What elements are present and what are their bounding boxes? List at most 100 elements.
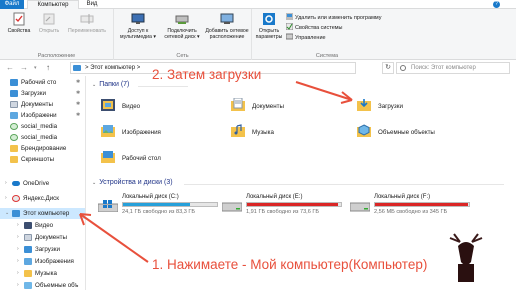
sidebar-item-social-media-2[interactable]: social_media bbox=[0, 132, 85, 143]
help-icon[interactable]: ? bbox=[493, 1, 500, 8]
path-separator: > bbox=[85, 65, 89, 71]
collapse-chevron-icon[interactable]: ⌄ bbox=[92, 82, 96, 88]
sidebar-item-this-pc[interactable]: ⌄ Этот компьютер bbox=[0, 208, 85, 219]
folder-downloads[interactable]: Загрузки bbox=[356, 98, 476, 118]
sidebar-item-pc-documents[interactable]: › Документы bbox=[0, 232, 85, 243]
drive-c[interactable]: Локальный диск (C:) 24,1 ГБ свободно из … bbox=[98, 194, 218, 218]
add-network-location-button[interactable]: Добавить сетевое расположение bbox=[204, 12, 250, 40]
open-button[interactable]: Открыть bbox=[36, 12, 62, 34]
open-label: Открыть bbox=[38, 28, 60, 34]
drive-free-space: 24,1 ГБ свободно из 83,3 ГБ bbox=[122, 209, 196, 215]
drive-usage-fill bbox=[375, 203, 469, 206]
drive-e[interactable]: Локальный диск (E:) 1,91 ГБ свободно из … bbox=[222, 194, 342, 218]
properties-button[interactable]: Свойства bbox=[6, 12, 32, 34]
folder-music[interactable]: Музыка bbox=[230, 124, 350, 144]
sidebar-item-pc-videos[interactable]: › Видео bbox=[0, 220, 85, 231]
expand-chevron-icon[interactable]: › bbox=[17, 280, 19, 290]
sidebar-item-label: Скриншоты bbox=[21, 156, 55, 163]
open-settings-button[interactable]: Открыть параметры bbox=[254, 12, 284, 40]
devices-section-header[interactable]: ⌄ Устройства и диски (3) bbox=[92, 179, 173, 186]
collapse-chevron-icon[interactable]: ⌄ bbox=[5, 208, 9, 219]
sidebar-item-desktop[interactable]: Рабочий сто ✱ bbox=[0, 77, 85, 88]
ribbon-group-network: Доступ к мультимедиа ▾ Подключить сетево… bbox=[114, 9, 252, 60]
map-drive-button[interactable]: Подключить сетевой диск ▾ bbox=[160, 12, 204, 40]
folder-name: Изображения bbox=[122, 129, 161, 136]
expand-chevron-icon[interactable]: › bbox=[17, 220, 19, 231]
tab-view[interactable]: Вид bbox=[82, 0, 102, 9]
folder-3d-objects[interactable]: Объемные объекты bbox=[356, 124, 476, 144]
expand-chevron-icon[interactable]: › bbox=[5, 193, 7, 204]
tab-file[interactable]: Файл bbox=[0, 0, 24, 9]
folder-name: Документы bbox=[252, 103, 284, 110]
rename-button[interactable]: Переименовать bbox=[64, 12, 110, 34]
drive-icon bbox=[350, 202, 370, 212]
sidebar-item-branding[interactable]: Брендирование bbox=[0, 143, 85, 154]
up-button[interactable]: ↑ bbox=[46, 63, 50, 72]
sync-folder-icon bbox=[10, 123, 18, 130]
desktop-icon bbox=[10, 79, 18, 86]
drive-name: Локальный диск (C:) bbox=[122, 194, 179, 200]
drive-usage-bar bbox=[374, 202, 470, 207]
add-location-label-2: расположение bbox=[209, 34, 245, 40]
drive-usage-fill bbox=[123, 203, 190, 206]
sidebar-item-onedrive[interactable]: › OneDrive bbox=[0, 178, 85, 189]
sidebar-item-label: OneDrive bbox=[23, 180, 50, 187]
network-location-icon bbox=[220, 13, 234, 24]
sidebar-item-pc-music[interactable]: › Музыка bbox=[0, 268, 85, 279]
devices-header-label: Устройства и диски (3) bbox=[99, 179, 173, 186]
collapse-chevron-icon[interactable]: ⌄ bbox=[92, 180, 96, 186]
folder-videos[interactable]: Видео bbox=[100, 98, 220, 118]
folder-documents[interactable]: Документы bbox=[230, 98, 350, 118]
folder-desktop[interactable]: Рабочий стол bbox=[100, 150, 220, 170]
map-drive-label-2: сетевой диск ▾ bbox=[164, 34, 200, 40]
manage-button[interactable]: Управление bbox=[286, 33, 326, 41]
pin-icon: ✱ bbox=[76, 101, 81, 107]
sidebar-item-pictures[interactable]: Изображени ✱ bbox=[0, 110, 85, 121]
videos-icon bbox=[24, 222, 32, 229]
ribbon-group-location: Свойства Открыть Переименовать Расположе… bbox=[0, 9, 114, 60]
expand-chevron-icon[interactable]: › bbox=[17, 256, 19, 267]
sidebar-item-yandex-disk[interactable]: › Яндекс.Диск bbox=[0, 193, 85, 204]
media-access-button[interactable]: Доступ к мультимедиа ▾ bbox=[116, 12, 160, 40]
folder-icon bbox=[10, 145, 18, 152]
system-properties-icon bbox=[286, 23, 293, 30]
annotation-step-2: 2. Затем загрузки bbox=[152, 67, 262, 82]
rename-icon bbox=[80, 14, 94, 24]
folder-pictures[interactable]: Изображения bbox=[100, 124, 220, 144]
expand-chevron-icon[interactable]: › bbox=[17, 244, 19, 255]
expand-chevron-icon[interactable]: › bbox=[17, 232, 19, 243]
drive-f[interactable]: Локальный диск (F:) 2,56 МБ свободно из … bbox=[350, 194, 470, 218]
folders-section-header[interactable]: ⌄ Папки (7) bbox=[92, 81, 129, 88]
sidebar-item-pc-downloads[interactable]: › Загрузки bbox=[0, 244, 85, 255]
path-this-pc[interactable]: Этот компьютер bbox=[90, 65, 135, 71]
expand-chevron-icon[interactable]: › bbox=[17, 268, 19, 279]
sidebar-item-pc-pictures[interactable]: › Изображения bbox=[0, 256, 85, 267]
search-input[interactable]: Поиск: Этот компьютер bbox=[396, 62, 510, 74]
sidebar-item-social-media-1[interactable]: social_media bbox=[0, 121, 85, 132]
sidebar-item-downloads[interactable]: Загрузки ✱ bbox=[0, 88, 85, 99]
sidebar-item-label: Объемные объ bbox=[35, 282, 79, 289]
sidebar-item-screenshots[interactable]: Скриншоты bbox=[0, 154, 85, 165]
music-folder-icon bbox=[231, 124, 245, 137]
refresh-button[interactable]: ↻ bbox=[382, 62, 394, 74]
pictures-icon bbox=[10, 112, 18, 119]
recent-locations-chevron-icon[interactable]: ▾ bbox=[34, 65, 37, 71]
uninstall-icon bbox=[286, 13, 293, 20]
downloads-folder-icon bbox=[357, 99, 371, 111]
folder-name: Музыка bbox=[252, 129, 274, 136]
back-button[interactable]: ← bbox=[6, 63, 14, 72]
sidebar-item-pc-3d-objects[interactable]: › Объемные объ bbox=[0, 280, 85, 290]
downloads-icon bbox=[24, 246, 32, 253]
uninstall-label: Удалить или изменить программу bbox=[295, 15, 382, 21]
group-label-system: Система bbox=[315, 53, 339, 59]
system-properties-button[interactable]: Свойства системы bbox=[286, 23, 343, 31]
media-access-label-2: мультимедиа ▾ bbox=[120, 34, 156, 40]
forward-button[interactable]: → bbox=[20, 63, 28, 72]
manage-icon bbox=[286, 33, 293, 40]
expand-chevron-icon[interactable]: › bbox=[5, 178, 7, 189]
uninstall-program-button[interactable]: Удалить или изменить программу bbox=[286, 13, 381, 21]
sidebar-item-documents[interactable]: Документы ✱ bbox=[0, 99, 85, 110]
ribbon-group-system: Открыть параметры Удалить или изменить п… bbox=[252, 9, 402, 60]
drive-usage-bar bbox=[122, 202, 218, 207]
drive-name: Локальный диск (F:) bbox=[374, 194, 431, 200]
